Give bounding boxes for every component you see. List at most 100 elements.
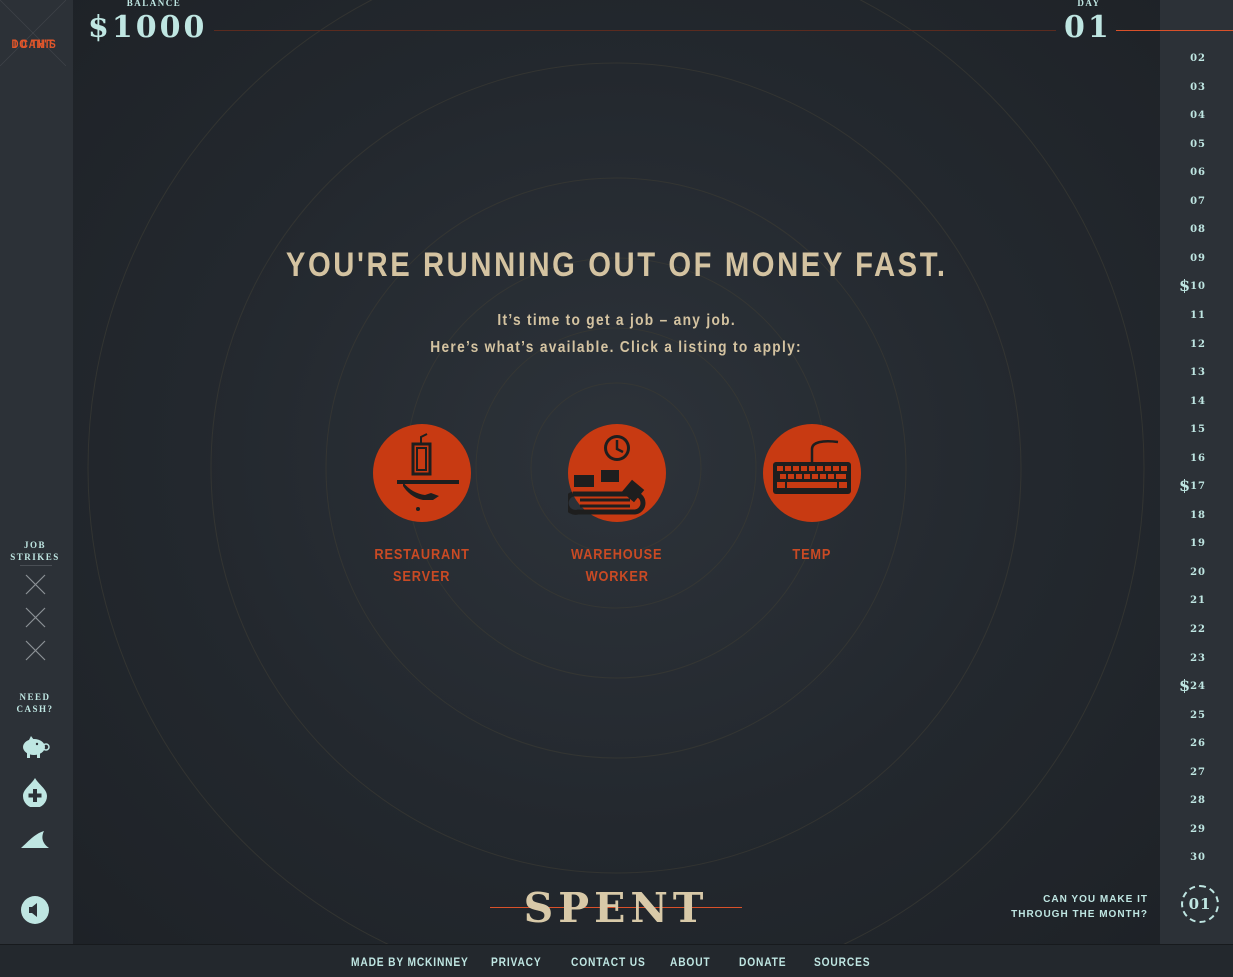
logo-text: SPENT (523, 884, 709, 932)
spent-logo: SPENT (490, 882, 742, 932)
need-cash-heading-line1: NEED (19, 692, 51, 702)
day-item: 03 (1160, 82, 1233, 110)
day-item: $17 (1160, 476, 1233, 509)
job-title-line1: TEMP (792, 546, 832, 563)
page-headline: YOU'RE RUNNING OUT OF MONEY FAST. (73, 246, 1160, 285)
job-title-line2: WORKER (585, 568, 649, 585)
day-number: 19 (1190, 538, 1206, 550)
day-item: 23 (1160, 653, 1233, 681)
day-number: 06 (1190, 167, 1206, 179)
footer-link-contact[interactable]: CONTACT US (571, 955, 659, 969)
day-number: 10 (1190, 281, 1206, 293)
day-number: 07 (1190, 195, 1206, 207)
job-strikes-heading-line2: STRIKES (10, 552, 60, 562)
speaker-icon (29, 903, 37, 917)
footer-link-sources[interactable]: SOURCES (814, 955, 880, 969)
strikes-divider (20, 565, 52, 566)
day-item: 27 (1160, 767, 1233, 795)
month-question-line1: CAN YOU MAKE IT (1043, 894, 1148, 905)
job-title-line1: RESTAURANT (374, 546, 470, 563)
footer-link-about[interactable]: ABOUT (670, 955, 718, 969)
day-number: 22 (1190, 624, 1206, 635)
strike-x-icon (25, 607, 46, 628)
day-item: $10 (1160, 276, 1233, 309)
job-icon-circle (373, 424, 471, 522)
day-number: 16 (1190, 452, 1206, 464)
current-day-value: 01 (1064, 10, 1112, 45)
job-title: TEMP (742, 544, 882, 566)
blood-drop-plus-icon[interactable] (20, 777, 50, 807)
day-item: 26 (1160, 738, 1233, 766)
month-question: CAN YOU MAKE IT THROUGH THE MONTH? (1000, 892, 1148, 922)
job-warehouse-worker[interactable]: WAREHOUSE WORKER (547, 424, 687, 594)
footer-link-privacy[interactable]: PRIVACY (491, 955, 550, 969)
day-number: 14 (1190, 395, 1206, 407)
sound-toggle-button[interactable] (21, 896, 49, 924)
day-number: 26 (1190, 738, 1206, 750)
day-number: 12 (1190, 338, 1206, 350)
day-item: 21 (1160, 595, 1233, 623)
intro-line-1: It’s time to get a job – any job. (73, 312, 1160, 330)
day-number: 13 (1190, 367, 1206, 379)
day-number: 05 (1190, 138, 1206, 150)
current-day-marker (1116, 30, 1233, 31)
day-item: 07 (1160, 196, 1233, 224)
day-item: 13 (1160, 367, 1233, 395)
job-title-line1: WAREHOUSE (571, 546, 663, 563)
day-number: 08 (1190, 224, 1206, 236)
day-item: 12 (1160, 339, 1233, 367)
job-title-line2: SERVER (393, 568, 451, 585)
need-cash-heading-line2: CASH? (16, 704, 54, 714)
quit-button[interactable]: I CAN'T DO THIS (0, 0, 66, 66)
day-item: 16 (1160, 453, 1233, 481)
balance-value: $1000 (88, 10, 208, 45)
day-item: 04 (1160, 110, 1233, 138)
day-item: 25 (1160, 710, 1233, 738)
day-item: 05 (1160, 139, 1233, 167)
day-item: 29 (1160, 824, 1233, 852)
job-temp[interactable]: TEMP (742, 424, 882, 574)
footer-link-made-by[interactable]: MADE BY MCKINNEY (351, 955, 489, 969)
day-number: 24 (1190, 681, 1206, 693)
day-number: 27 (1190, 766, 1206, 778)
day-item: 30 (1160, 852, 1233, 880)
intro-line-1-text: It’s time to get a job – any job. (497, 312, 736, 329)
day-number: 23 (1190, 652, 1206, 664)
job-restaurant-server[interactable]: RESTAURANT SERVER (352, 424, 492, 594)
day-item: 18 (1160, 510, 1233, 538)
month-question-line2: THROUGH THE MONTH? (1011, 909, 1148, 920)
day-item: 20 (1160, 567, 1233, 595)
day-badge-value: 01 (1188, 895, 1212, 913)
piggy-bank-icon[interactable] (20, 732, 50, 762)
keyboard-icon (773, 440, 851, 494)
payday-marker: $ (1179, 676, 1191, 696)
shark-fin-icon[interactable] (20, 824, 50, 854)
day-number: 21 (1190, 595, 1206, 607)
need-cash-heading: NEED CASH? (0, 691, 70, 715)
warehouse-conveyor-icon (568, 435, 646, 515)
day-number: 25 (1190, 709, 1206, 721)
job-icon-circle (763, 424, 861, 522)
day-number: 04 (1190, 110, 1206, 122)
payday-marker: $ (1179, 276, 1191, 296)
day-label: DAY (1077, 0, 1101, 8)
footer-link-donate[interactable]: DONATE (739, 955, 795, 969)
payday-marker: $ (1179, 476, 1191, 496)
day-item: 11 (1160, 310, 1233, 338)
day-item: 09 (1160, 253, 1233, 281)
server-tray-icon (397, 433, 459, 511)
headline-text: YOU'RE RUNNING OUT OF MONEY FAST. (285, 246, 948, 284)
strike-x-icon (25, 574, 46, 595)
day-number: 03 (1190, 81, 1206, 93)
quit-label-line2: DO THIS (11, 37, 57, 51)
day-item: 22 (1160, 624, 1233, 652)
day-item: $24 (1160, 676, 1233, 709)
top-divider (214, 30, 1056, 31)
day-number: 20 (1190, 566, 1206, 578)
intro-line-2-text: Here’s what’s available. Click a listing… (430, 339, 803, 356)
job-title: WAREHOUSE WORKER (547, 544, 687, 588)
job-strikes-heading-line1: JOB (23, 540, 46, 550)
job-strikes-heading: JOB STRIKES (0, 539, 70, 563)
day-number: 02 (1190, 53, 1206, 64)
day-number: 09 (1190, 252, 1206, 264)
